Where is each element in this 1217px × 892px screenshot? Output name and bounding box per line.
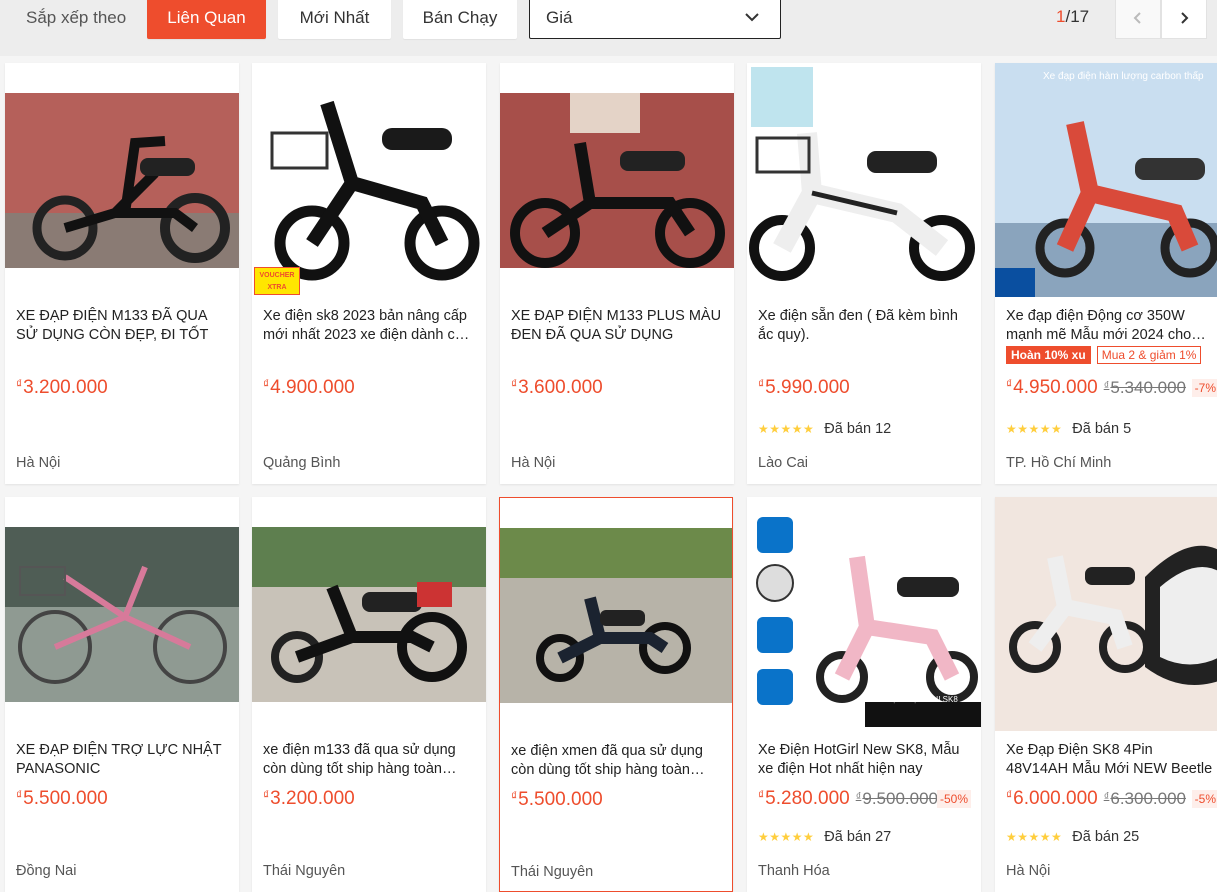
product-rating: ★★★★★ Đã bán 5 <box>1006 421 1131 437</box>
product-card[interactable]: VOUCHER XTRA Xe điện sk8 2023 bản nâng c… <box>252 63 486 484</box>
product-card[interactable]: XE ĐẠP ĐIỆN MNI SK8 Xe Điện HotGirl New … <box>747 497 981 892</box>
product-image <box>747 63 981 297</box>
sold-count: Đã bán 25 <box>1072 829 1140 845</box>
product-title: Xe đạp điện Động cơ 350W mạnh mẽ Mẫu mới… <box>1006 308 1192 343</box>
old-price: ₫6.300.000 <box>1103 789 1186 808</box>
product-image <box>252 63 486 297</box>
product-location: Đồng Nai <box>16 863 77 879</box>
chevron-left-icon <box>1133 11 1141 24</box>
product-image <box>500 498 732 732</box>
star-rating-icon: ★★★★★ <box>758 830 815 844</box>
product-title: XE ĐẠP ĐIỆN M133 PLUS MÀU ĐEN ĐÃ QUA SỬ … <box>511 308 722 343</box>
product-location: Hà Nội <box>16 455 61 471</box>
product-card[interactable]: Xe Đạp Điện SK8 4Pin 48V14AH Mẫu Mới NEW… <box>995 497 1217 892</box>
old-price: ₫9.500.000 <box>855 789 938 808</box>
product-image <box>995 497 1217 731</box>
product-title: XE ĐẠP ĐIỆN M133 ĐÃ QUA SỬ DỤNG CÒN ĐẸP,… <box>16 308 209 343</box>
product-location: Thái Nguyên <box>263 863 346 879</box>
product-location: Hà Nội <box>1006 863 1051 879</box>
promo-tags: Hoàn 10% xu Mua 2 & giảm 1% <box>1006 346 1202 364</box>
product-location: Thái Nguyên <box>511 864 594 880</box>
product-rating: ★★★★★ Đã bán 27 <box>758 829 891 845</box>
product-location: Lào Cai <box>758 455 808 471</box>
product-title: Xe Đạp Điện SK8 4Pin 48V14AH Mẫu Mới NEW… <box>1006 742 1213 777</box>
product-card[interactable]: Xe đạp điện hàm lượng carbon thấp Xe đạp… <box>995 63 1217 484</box>
product-location: Hà Nội <box>511 455 556 471</box>
sold-count: Đã bán 12 <box>824 421 892 437</box>
discount-badge: -7% <box>1191 379 1217 397</box>
star-rating-icon: ★★★★★ <box>1006 422 1063 436</box>
product-price: ₫4.900.000 <box>263 377 355 398</box>
prev-page-button[interactable] <box>1115 0 1161 39</box>
sort-newest-button[interactable]: Mới Nhất <box>278 0 391 39</box>
product-image <box>252 497 486 731</box>
page-indicator: 1/17 <box>1056 7 1089 27</box>
discount-badge: -5% <box>1191 790 1217 808</box>
product-price: ₫3.200.000 <box>263 788 355 809</box>
old-price: ₫5.340.000 <box>1103 378 1186 397</box>
total-pages: /17 <box>1065 7 1090 26</box>
star-rating-icon: ★★★★★ <box>758 422 815 436</box>
product-rating: ★★★★★ Đã bán 25 <box>1006 829 1139 845</box>
price-sort-select[interactable]: Giá <box>529 0 781 39</box>
product-location: TP. Hồ Chí Minh <box>1006 455 1112 471</box>
chevron-down-icon <box>745 13 759 22</box>
product-location: Thanh Hóa <box>758 863 830 879</box>
star-rating-icon: ★★★★★ <box>1006 830 1063 844</box>
product-location: Quảng Bình <box>263 455 341 471</box>
price-sort-label: Giá <box>546 7 573 27</box>
product-title: Xe điện sẵn đen ( Đã kèm bình ắc quy). <box>758 308 958 343</box>
sort-bar: Sắp xếp theo Liên Quan Mới Nhất Bán Chạy… <box>0 0 1217 56</box>
product-price: ₫5.500.000 <box>511 789 603 810</box>
coin-back-tag: Hoàn 10% xu <box>1006 346 1091 364</box>
product-image <box>5 63 239 297</box>
product-card[interactable]: xe điện xmen đã qua sử dụng còn dùng tốt… <box>499 497 733 892</box>
product-price: ₫6.000.000 ₫6.300.000 <box>1006 788 1186 809</box>
sold-count: Đã bán 27 <box>824 829 892 845</box>
product-price: ₫3.600.000 <box>511 377 603 398</box>
sort-relevance-button[interactable]: Liên Quan <box>147 0 266 39</box>
bundle-deal-tag: Mua 2 & giảm 1% <box>1096 346 1202 364</box>
product-price: ₫4.950.000 ₫5.340.000 <box>1006 377 1186 398</box>
product-title: Xe Điện HotGirl New SK8, Mẫu xe điện Hot… <box>758 742 960 777</box>
product-card[interactable]: xe điện m133 đã qua sử dụng còn dùng tốt… <box>252 497 486 892</box>
product-card[interactable]: XE ĐẠP ĐIỆN TRỢ LỰC NHẬT PANASONIC ₫5.50… <box>5 497 239 892</box>
product-image <box>5 497 239 731</box>
banner-text: XE ĐẠP ĐIỆN MNI SK8 <box>873 695 958 704</box>
product-image <box>500 63 734 297</box>
product-title: xe điện xmen đã qua sử dụng còn dùng tốt… <box>511 743 703 778</box>
product-card[interactable]: XE ĐẠP ĐIỆN M133 PLUS MÀU ĐEN ĐÃ QUA SỬ … <box>500 63 734 484</box>
product-title: Xe điện sk8 2023 bản nâng cấp mới nhất 2… <box>263 308 471 343</box>
product-image <box>995 63 1217 297</box>
chevron-right-icon <box>1181 11 1189 24</box>
voucher-badge: VOUCHER XTRA <box>254 267 300 295</box>
sort-bestseller-button[interactable]: Bán Chạy <box>403 0 517 39</box>
product-card[interactable]: Xe điện sẵn đen ( Đã kèm bình ắc quy). ₫… <box>747 63 981 484</box>
next-page-button[interactable] <box>1161 0 1207 39</box>
product-card[interactable]: XE ĐẠP ĐIỆN M133 ĐÃ QUA SỬ DỤNG CÒN ĐẸP,… <box>5 63 239 484</box>
product-price: ₫3.200.000 <box>16 377 108 398</box>
sold-count: Đã bán 5 <box>1072 421 1132 437</box>
product-title: xe điện m133 đã qua sử dụng còn dùng tốt… <box>263 742 456 777</box>
product-price: ₫5.500.000 <box>16 788 108 809</box>
discount-badge: -50% <box>936 790 971 808</box>
product-rating: ★★★★★ Đã bán 12 <box>758 421 891 437</box>
product-title: XE ĐẠP ĐIỆN TRỢ LỰC NHẬT PANASONIC <box>16 742 222 777</box>
product-price: ₫5.280.000 ₫9.500.000 <box>758 788 938 809</box>
sort-label: Sắp xếp theo <box>26 8 127 27</box>
product-price: ₫5.990.000 <box>758 377 850 398</box>
banner-text: Xe đạp điện hàm lượng carbon thấp <box>1043 71 1204 82</box>
